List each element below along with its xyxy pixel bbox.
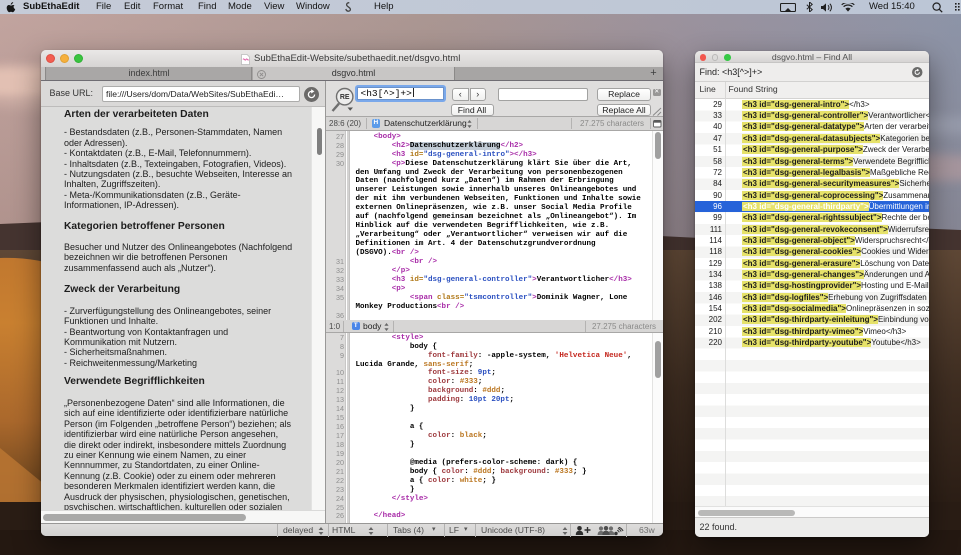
svg-text:RE: RE [339, 94, 349, 101]
